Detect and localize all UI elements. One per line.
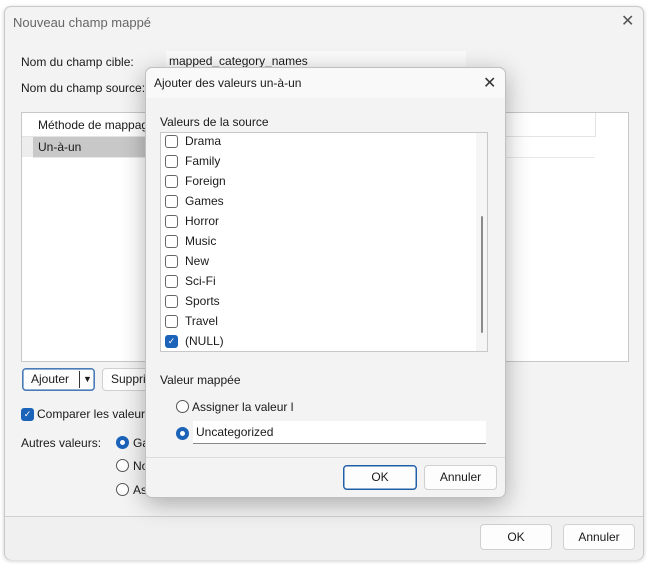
compare-label: Comparer les valeurs bbox=[37, 407, 152, 421]
other-radio-3[interactable] bbox=[116, 483, 129, 496]
item-label: Travel bbox=[185, 314, 218, 328]
item-label: Family bbox=[185, 154, 221, 168]
item-checkbox[interactable] bbox=[165, 135, 178, 148]
item-checkbox[interactable]: ✓ bbox=[165, 335, 178, 348]
compare-checkbox[interactable]: ✓ bbox=[21, 408, 34, 421]
modal-cancel-button[interactable]: Annuler bbox=[424, 465, 497, 490]
item-label: Foreign bbox=[185, 174, 226, 188]
add-label: Ajouter bbox=[31, 372, 70, 386]
assign-value-radio[interactable] bbox=[176, 400, 189, 413]
custom-value-radio[interactable] bbox=[176, 427, 189, 440]
item-checkbox[interactable] bbox=[165, 235, 178, 248]
item-checkbox[interactable] bbox=[165, 215, 178, 228]
source-field-label: Nom du champ source: bbox=[21, 81, 146, 95]
item-checkbox[interactable] bbox=[165, 315, 178, 328]
item-checkbox[interactable] bbox=[165, 295, 178, 308]
modal-title: Ajouter des valeurs un-à-un bbox=[154, 76, 302, 90]
other-radio-1[interactable] bbox=[116, 436, 129, 449]
item-label: Drama bbox=[185, 134, 222, 148]
mapped-value-label: Valeur mappée bbox=[160, 373, 241, 387]
item-checkbox[interactable] bbox=[165, 275, 178, 288]
modal-ok-button[interactable]: OK bbox=[343, 465, 417, 490]
other-radio-2[interactable] bbox=[116, 459, 129, 472]
scrollbar[interactable] bbox=[476, 133, 487, 351]
item-label: Sports bbox=[185, 294, 220, 308]
column-header-method[interactable]: Méthode de mappage bbox=[38, 118, 155, 132]
item-label: Music bbox=[185, 234, 217, 248]
add-values-modal: Ajouter des valeurs un-à-un ✕ Valeurs de… bbox=[145, 67, 506, 498]
ok-button[interactable]: OK bbox=[480, 524, 552, 550]
cancel-button[interactable]: Annuler bbox=[563, 524, 635, 550]
target-field-label: Nom du champ cible: bbox=[21, 55, 134, 69]
close-icon[interactable]: ✕ bbox=[483, 73, 496, 93]
item-checkbox[interactable] bbox=[165, 195, 178, 208]
dialog-title: Nouveau champ mappé bbox=[13, 15, 152, 30]
item-label: Games bbox=[185, 194, 224, 208]
item-checkbox[interactable] bbox=[165, 255, 178, 268]
item-checkbox[interactable] bbox=[165, 155, 178, 168]
source-values-list[interactable]: Drama Family Foreign Games Horror Music New Sci… bbox=[160, 132, 488, 352]
custom-value-input[interactable]: Uncategorized bbox=[193, 421, 486, 444]
scrollbar-thumb[interactable] bbox=[481, 216, 483, 333]
add-button[interactable]: Ajouter ▼ bbox=[22, 368, 95, 391]
item-label: Sci-Fi bbox=[185, 274, 216, 288]
item-label: New bbox=[185, 254, 210, 268]
other-values-label: Autres valeurs: bbox=[21, 436, 102, 450]
dropdown-arrow-icon[interactable]: ▼ bbox=[79, 371, 95, 388]
source-values-label: Valeurs de la source bbox=[160, 115, 269, 129]
close-icon[interactable]: ✕ bbox=[621, 11, 634, 31]
item-checkbox[interactable] bbox=[165, 175, 178, 188]
table-cell-method: Un-à-un bbox=[38, 140, 82, 154]
assign-value-label: Assigner la valeur l bbox=[192, 400, 294, 414]
item-label: Horror bbox=[185, 214, 220, 228]
item-label: (NULL) bbox=[185, 334, 224, 348]
